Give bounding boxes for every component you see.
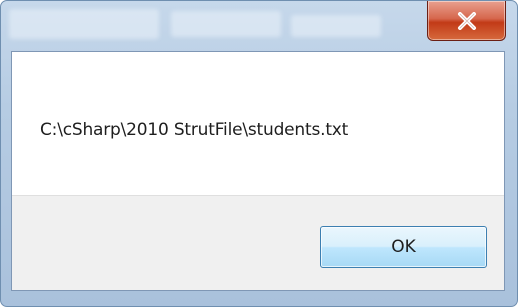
button-bar: OK xyxy=(12,195,504,290)
background-blur xyxy=(9,9,159,39)
dialog-content: C:\cSharp\2010 StrutFile\students.txt OK xyxy=(11,51,505,291)
background-blur xyxy=(171,11,281,37)
ok-button[interactable]: OK xyxy=(320,226,487,268)
message-box-window: C:\cSharp\2010 StrutFile\students.txt OK xyxy=(0,0,518,307)
title-bar[interactable] xyxy=(1,1,517,51)
message-area: C:\cSharp\2010 StrutFile\students.txt xyxy=(12,52,504,195)
close-button[interactable] xyxy=(427,1,506,41)
background-blur xyxy=(291,15,381,37)
message-text: C:\cSharp\2010 StrutFile\students.txt xyxy=(40,120,349,140)
close-icon xyxy=(456,11,478,30)
